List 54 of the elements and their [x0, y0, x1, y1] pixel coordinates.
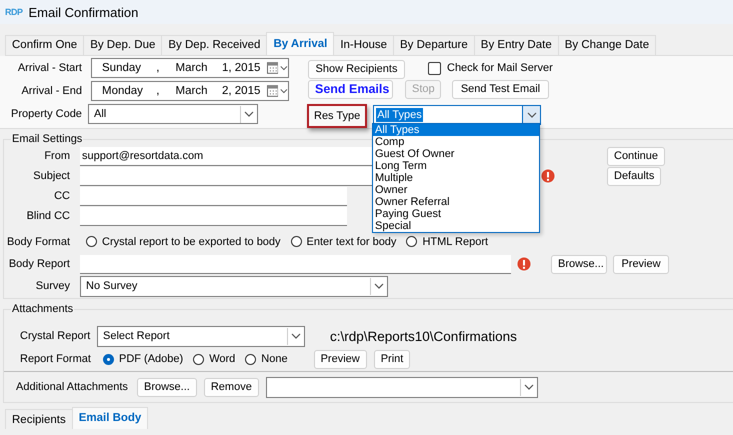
field-label: Survey	[34, 280, 70, 292]
button[interactable]: Print	[374, 350, 410, 368]
field-label: Report Format	[19, 353, 92, 365]
dropdown-option[interactable]: Special	[373, 220, 539, 232]
field-label: Res Type	[307, 104, 368, 128]
field-label: Crystal Report	[19, 330, 92, 342]
app-logo: RDP	[5, 7, 23, 17]
radio-label: None	[261, 353, 288, 365]
field-label: Body Report	[8, 258, 70, 270]
radio-label: PDF (Adobe)	[119, 353, 184, 365]
tab[interactable]: Confirm One	[5, 35, 84, 55]
button[interactable]: Preview	[314, 350, 367, 368]
dropdown-field[interactable]: All Types	[373, 105, 542, 125]
field-label: Arrival - End	[20, 85, 82, 97]
field-label: From	[43, 150, 70, 162]
dropdown-option[interactable]: Paying Guest	[373, 208, 539, 220]
radio-label: HTML Report	[422, 236, 488, 248]
field-label: CC	[53, 190, 70, 202]
file-path: c:\rdp\Reports10\Confirmations	[330, 328, 517, 344]
button[interactable]: Preview	[613, 254, 669, 274]
button[interactable]: Defaults	[607, 166, 662, 186]
checkbox-label: Check for Mail Server	[447, 62, 553, 74]
field-label: Additional Attachments	[15, 381, 129, 393]
tab[interactable]: By Arrival	[266, 32, 334, 55]
field-label: Arrival - Start	[16, 62, 82, 74]
field-label: Blind CC	[26, 210, 70, 222]
dropdown-field[interactable]: Select Report	[97, 326, 305, 346]
field-label: Property Code	[10, 108, 83, 120]
radio-label: Word	[209, 353, 236, 365]
radio-label: Enter text for body	[306, 236, 396, 248]
date-picker[interactable]: Sunday , March 1, 2015	[91, 58, 289, 78]
button[interactable]: Send Test Email	[452, 80, 549, 99]
dropdown-option[interactable]: Owner	[373, 184, 539, 196]
tab[interactable]: By Change Date	[558, 35, 656, 55]
window-title: Email Confirmation	[28, 4, 138, 20]
dropdown-option[interactable]: Comp	[373, 136, 539, 148]
date-picker[interactable]: Monday , March 2, 2015	[91, 81, 289, 101]
button[interactable]: Send Emails	[308, 80, 393, 99]
dropdown-field[interactable]: All	[88, 104, 258, 124]
field-label: Subject	[32, 170, 70, 182]
button[interactable]: Remove	[204, 378, 259, 396]
dropdown-field[interactable]: No Survey	[80, 276, 388, 296]
field-label: Body Format	[6, 236, 70, 248]
dropdown-option[interactable]: Owner Referral	[373, 196, 539, 208]
dropdown-option[interactable]: All Types	[373, 124, 539, 136]
tab[interactable]: Email Body	[72, 407, 148, 429]
button[interactable]: Browse...	[137, 378, 197, 396]
tab[interactable]: Recipients	[5, 409, 73, 429]
button[interactable]: Show Recipients	[308, 60, 405, 78]
button[interactable]: Browse...	[551, 254, 607, 274]
button[interactable]: Continue	[607, 146, 666, 166]
dropdown-option[interactable]: Multiple	[373, 172, 539, 184]
radio-label: Crystal report to be exported to body	[102, 236, 281, 248]
group-title: Email Settings	[11, 133, 84, 146]
